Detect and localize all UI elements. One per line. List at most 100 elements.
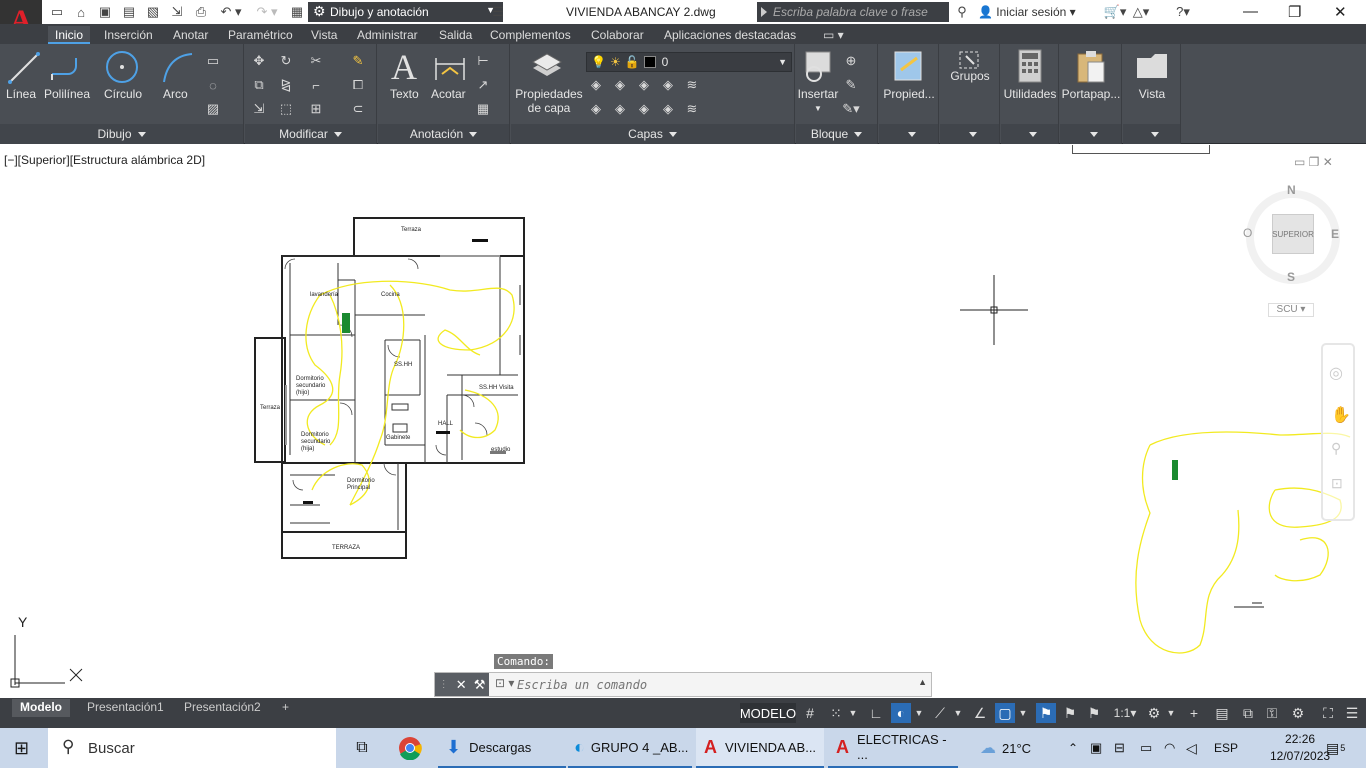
taskbar-app-descargas[interactable]: ⬇ Descargas bbox=[438, 728, 566, 768]
object-snap-tracking-icon[interactable]: ∠ bbox=[970, 703, 990, 723]
a360-icon[interactable]: △▾ bbox=[1126, 3, 1156, 21]
add-layout-button[interactable]: + bbox=[274, 699, 297, 717]
line-button[interactable]: Línea bbox=[6, 87, 36, 101]
compass-south[interactable]: S bbox=[1287, 270, 1295, 284]
stretch-icon[interactable]: ⇲ bbox=[250, 100, 268, 118]
leader-icon[interactable]: ↗ bbox=[474, 76, 492, 94]
circle-button[interactable]: Círculo bbox=[104, 87, 142, 101]
layer-properties-button[interactable]: Propiedades de capa bbox=[513, 87, 585, 115]
grid-icon[interactable]: # bbox=[800, 703, 820, 723]
lock-ui-icon[interactable]: ⚿ bbox=[1262, 703, 1282, 723]
tab-insercion[interactable]: Inserción bbox=[97, 26, 160, 44]
close-window-button[interactable]: ✕ bbox=[1334, 3, 1347, 21]
tray-icon[interactable]: ▣ bbox=[1090, 728, 1102, 768]
help-search-input[interactable]: Escriba palabra clave o frase bbox=[757, 2, 949, 22]
battery-icon[interactable]: ▭ bbox=[1140, 728, 1152, 768]
hatch-icon[interactable]: ◌ bbox=[204, 76, 222, 94]
array-icon[interactable]: ⊞ bbox=[307, 100, 325, 118]
rectangle-icon[interactable]: ▭ bbox=[204, 52, 222, 70]
command-prompt-icon[interactable]: ⊡ ▾ bbox=[495, 676, 514, 690]
erase-icon[interactable]: ✎ bbox=[349, 52, 367, 70]
close-icon[interactable]: ✕ bbox=[456, 677, 467, 693]
volume-icon[interactable]: ◁ bbox=[1186, 728, 1197, 768]
tab-complementos[interactable]: Complementos bbox=[483, 26, 578, 44]
annotation-monitor-icon[interactable]: + bbox=[1184, 703, 1204, 723]
fillet-icon[interactable]: ⌐ bbox=[307, 76, 325, 94]
text-button[interactable]: Texto bbox=[390, 87, 419, 101]
scale-icon[interactable]: ⬚ bbox=[277, 100, 295, 118]
clipboard-button[interactable]: Portapap... bbox=[1060, 87, 1122, 101]
tab-parametrico[interactable]: Paramétrico bbox=[221, 26, 300, 44]
wrench-icon[interactable]: ⚒ bbox=[474, 677, 486, 693]
open-folder-icon[interactable]: ⌂ bbox=[72, 3, 90, 21]
steering-wheel-icon[interactable]: ◎ bbox=[1329, 363, 1343, 383]
ortho-icon[interactable]: ∟ bbox=[866, 703, 886, 723]
mirror-icon[interactable]: ⧎ bbox=[277, 76, 295, 94]
compass-east[interactable]: E bbox=[1331, 227, 1339, 241]
customization-icon[interactable]: ☰ bbox=[1342, 703, 1362, 723]
tab-salida[interactable]: Salida bbox=[432, 26, 479, 44]
panel-grupos-expand[interactable] bbox=[940, 124, 999, 144]
tray-icon[interactable]: ⊟ bbox=[1114, 728, 1125, 768]
zoom-icon[interactable]: ⚲ bbox=[1331, 440, 1341, 457]
print-icon[interactable]: ⎙ bbox=[192, 3, 210, 21]
save-as-icon[interactable]: ▤ bbox=[120, 3, 138, 21]
binoculars-icon[interactable]: ⚲ bbox=[953, 3, 971, 21]
minimize-button[interactable]: — bbox=[1243, 3, 1258, 20]
panel-propiedades-expand[interactable] bbox=[879, 124, 938, 144]
trim-icon[interactable]: ✂ bbox=[307, 52, 325, 70]
isolate-objects-icon[interactable]: ⚙ bbox=[1288, 703, 1308, 723]
weather-widget[interactable]: ☁ 21°C bbox=[980, 728, 1052, 768]
panel-capas-title[interactable]: Capas bbox=[511, 124, 794, 144]
chevron-up-icon[interactable]: ▲ bbox=[918, 677, 927, 687]
chevron-down-icon[interactable]: ▼ bbox=[1164, 703, 1178, 723]
clean-screen-icon[interactable]: ⛶ bbox=[1318, 703, 1338, 723]
layer-tool-icon[interactable]: ◈ bbox=[587, 76, 605, 94]
quick-properties-icon[interactable]: ⧉ bbox=[1238, 703, 1258, 723]
viewcube-top-face[interactable]: SUPERIOR bbox=[1272, 214, 1314, 254]
tab-administrar[interactable]: Administrar bbox=[350, 26, 425, 44]
layer-tool-icon[interactable]: ◈ bbox=[611, 100, 629, 118]
layer-tool-icon[interactable]: ≋ bbox=[683, 76, 701, 94]
tab-modelo[interactable]: Modelo bbox=[12, 699, 70, 717]
isometric-icon[interactable]: ⟋ bbox=[930, 703, 950, 723]
tab-presentacion1[interactable]: Presentación1 bbox=[79, 699, 172, 717]
layer-lock-icon[interactable]: ◈ bbox=[659, 76, 677, 94]
command-input[interactable] bbox=[517, 677, 897, 692]
units-icon[interactable]: ▤ bbox=[1212, 703, 1232, 723]
move-icon[interactable]: ✥ bbox=[250, 52, 268, 70]
layer-tool-icon[interactable]: ≋ bbox=[683, 100, 701, 118]
annotation-visibility-icon[interactable]: ⚑ bbox=[1036, 703, 1056, 723]
polyline-button[interactable]: Polilínea bbox=[44, 87, 90, 101]
customize-toolbar-icon[interactable]: ☰ bbox=[489, 3, 507, 21]
arc-icon[interactable] bbox=[160, 50, 196, 86]
layer-tool-icon[interactable]: ◈ bbox=[635, 100, 653, 118]
restore-button[interactable]: ❐ bbox=[1288, 3, 1301, 21]
insert-block-icon[interactable] bbox=[802, 48, 836, 84]
model-space-toggle[interactable]: MODELO bbox=[740, 703, 796, 723]
edit-block-icon[interactable]: ✎ bbox=[842, 76, 860, 94]
groups-button[interactable]: Grupos bbox=[942, 69, 998, 83]
taskbar-app-edge[interactable]: ◐ GRUPO 4 _AB... bbox=[568, 728, 692, 768]
explode-icon[interactable]: ⧠ bbox=[349, 76, 367, 94]
compass-west[interactable]: O bbox=[1243, 226, 1252, 240]
linear-dim-icon[interactable]: ⊢ bbox=[474, 52, 492, 70]
save-icon[interactable]: ▣ bbox=[96, 3, 114, 21]
properties-button[interactable]: Propied... bbox=[881, 87, 937, 101]
view-button[interactable]: Vista bbox=[1123, 87, 1181, 101]
notifications-icon[interactable]: ▤ 5 bbox=[1326, 728, 1345, 768]
ribbon-options-icon[interactable]: ▭ ▾ bbox=[816, 26, 851, 44]
panel-bloque-title[interactable]: Bloque bbox=[796, 124, 877, 144]
chrome-icon[interactable] bbox=[396, 728, 424, 768]
panel-dibujo-title[interactable]: Dibujo bbox=[0, 124, 243, 144]
arc-button[interactable]: Arco bbox=[163, 87, 188, 101]
view-icon[interactable] bbox=[1135, 48, 1169, 84]
table-icon[interactable]: ▦ bbox=[474, 100, 492, 118]
create-block-icon[interactable]: ⊕ bbox=[842, 52, 860, 70]
orbit-icon[interactable]: ⊡ bbox=[1331, 475, 1343, 492]
layer-properties-icon[interactable] bbox=[529, 48, 565, 84]
panel-utilidades-expand[interactable] bbox=[1001, 124, 1058, 144]
insert-button[interactable]: Insertar bbox=[796, 87, 840, 101]
offset-icon[interactable]: ⊂ bbox=[349, 100, 367, 118]
snap-icon[interactable]: ⁙ bbox=[826, 703, 846, 723]
